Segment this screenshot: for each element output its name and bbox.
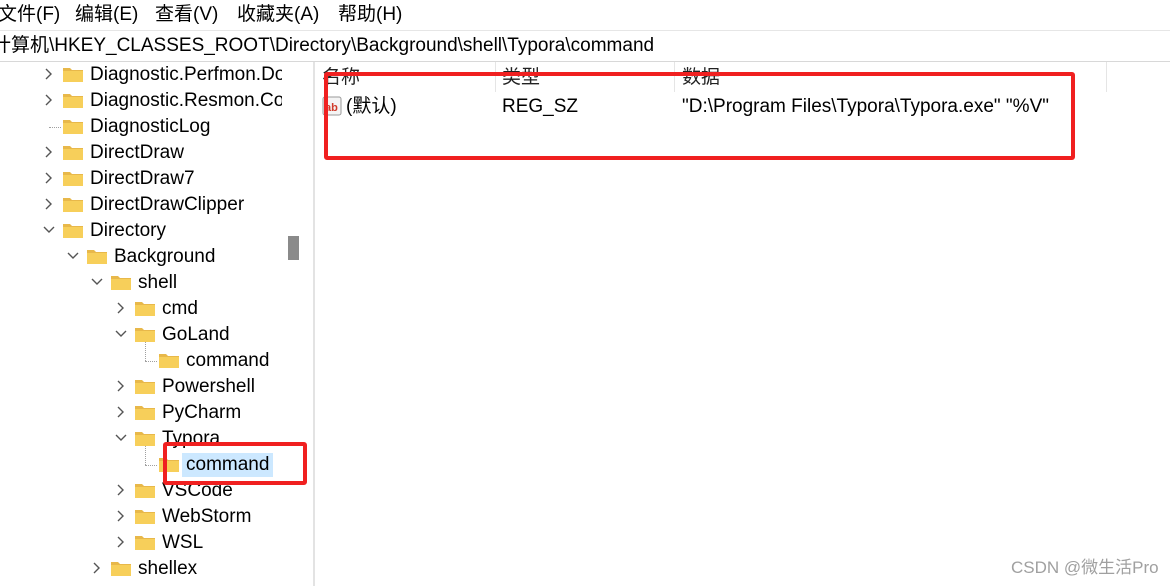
chevron-right-icon[interactable]: [41, 144, 57, 160]
chevron-right-icon[interactable]: [113, 534, 129, 550]
chevron-down-icon[interactable]: [65, 248, 81, 264]
chevron-right-icon[interactable]: [89, 560, 105, 576]
tree-node-diagnostic-resmon-co[interactable]: Diagnostic.Resmon.Co: [0, 88, 302, 114]
tree-node-label: Powershell: [162, 376, 255, 397]
registry-tree[interactable]: Diagnostic.Perfmon.Do Diagnostic.Resmon.C…: [0, 62, 302, 586]
tree-connector: [145, 446, 146, 465]
column-separator[interactable]: [1106, 62, 1107, 92]
folder-icon: [134, 482, 156, 499]
chevron-down-icon[interactable]: [113, 326, 129, 342]
folder-icon: [62, 144, 84, 161]
tree-node-diagnostic-perfmon-do[interactable]: Diagnostic.Perfmon.Do: [0, 62, 302, 88]
menu-edit[interactable]: 编辑(E): [75, 3, 138, 27]
address-path[interactable]: 计算机\HKEY_CLASSES_ROOT\Directory\Backgrou…: [0, 34, 654, 58]
chevron-right-icon[interactable]: [41, 92, 57, 108]
tree-scroll-thumb[interactable]: [288, 236, 299, 260]
tree-node-label: shellex: [138, 558, 198, 579]
tree-node-label: Background: [114, 246, 216, 267]
tree-scrollbar[interactable]: [282, 62, 302, 586]
highlight-box-command: [163, 442, 307, 485]
tree-node-label: GoLand: [162, 324, 230, 345]
tree-node-directdraw7[interactable]: DirectDraw7: [0, 166, 302, 192]
tree-node-label: DirectDrawClipper: [90, 194, 245, 215]
tree-connector: [145, 465, 157, 466]
tree-node-webstorm[interactable]: WebStorm: [0, 504, 302, 530]
menu-file[interactable]: 文件(F): [0, 3, 60, 27]
tree-node-directory[interactable]: Directory: [0, 218, 302, 244]
tree-node-label: DirectDraw: [90, 142, 184, 163]
tree-node-powershell[interactable]: Powershell: [0, 374, 302, 400]
tree-node-background[interactable]: Background: [0, 244, 302, 270]
chevron-down-icon[interactable]: [89, 274, 105, 290]
folder-icon: [62, 66, 84, 83]
tree-node-label: WebStorm: [162, 506, 252, 527]
chevron-right-icon[interactable]: [41, 170, 57, 186]
folder-icon: [134, 534, 156, 551]
chevron-down-icon[interactable]: [41, 222, 57, 238]
folder-icon: [62, 92, 84, 109]
chevron-right-icon[interactable]: [113, 378, 129, 394]
folder-icon: [134, 508, 156, 525]
folder-icon: [62, 118, 84, 135]
menu-bar: 文件(F) 编辑(E) 查看(V) 收藏夹(A) 帮助(H): [0, 0, 1170, 30]
chevron-right-icon[interactable]: [41, 196, 57, 212]
folder-icon: [134, 378, 156, 395]
tree-connector: [145, 342, 146, 361]
tree-node-label: WSL: [162, 532, 204, 553]
tree-node-label: command: [186, 350, 270, 371]
pane-splitter[interactable]: [313, 62, 315, 586]
folder-icon: [62, 170, 84, 187]
chevron-right-icon[interactable]: [113, 404, 129, 420]
chevron-right-icon[interactable]: [113, 508, 129, 524]
tree-node-wsl[interactable]: WSL: [0, 530, 302, 556]
tree-node-command[interactable]: command: [0, 348, 302, 374]
address-bar[interactable]: 计算机\HKEY_CLASSES_ROOT\Directory\Backgrou…: [0, 30, 1170, 62]
folder-icon: [110, 560, 132, 577]
folder-icon: [134, 326, 156, 343]
folder-icon: [134, 404, 156, 421]
highlight-box-value: [324, 72, 1075, 160]
menu-view[interactable]: 查看(V): [155, 3, 218, 27]
tree-node-label: Directory: [90, 220, 167, 241]
folder-icon: [62, 222, 84, 239]
tree-node-pycharm[interactable]: PyCharm: [0, 400, 302, 426]
tree-node-cmd[interactable]: cmd: [0, 296, 302, 322]
folder-icon: [86, 248, 108, 265]
tree-connector: [145, 361, 157, 362]
tree-node-label: Diagnostic.Perfmon.Do: [90, 64, 286, 85]
chevron-right-icon[interactable]: [41, 66, 57, 82]
tree-node-label: PyCharm: [162, 402, 242, 423]
menu-help[interactable]: 帮助(H): [338, 3, 402, 27]
tree-node-shell[interactable]: shell: [0, 270, 302, 296]
folder-icon: [110, 274, 132, 291]
tree-node-label: cmd: [162, 298, 198, 319]
tree-node-goland[interactable]: GoLand: [0, 322, 302, 348]
tree-node-label: shell: [138, 272, 178, 293]
tree-node-shellex[interactable]: shellex: [0, 556, 302, 582]
folder-icon: [134, 300, 156, 317]
chevron-down-icon[interactable]: [113, 430, 129, 446]
watermark: CSDN @微生活Pro: [1011, 558, 1159, 577]
tree-node-directdraw[interactable]: DirectDraw: [0, 140, 302, 166]
tree-node-label: DiagnosticLog: [90, 116, 211, 137]
tree-node-directdrawclipper[interactable]: DirectDrawClipper: [0, 192, 302, 218]
folder-icon: [62, 196, 84, 213]
tree-node-label: Diagnostic.Resmon.Co: [90, 90, 285, 111]
chevron-right-icon[interactable]: [113, 482, 129, 498]
chevron-right-icon[interactable]: [113, 300, 129, 316]
tree-node-diagnosticlog[interactable]: DiagnosticLog: [0, 114, 302, 140]
tree-node-label: DirectDraw7: [90, 168, 195, 189]
folder-icon: [158, 352, 180, 369]
menu-favorites[interactable]: 收藏夹(A): [237, 3, 319, 27]
folder-icon: [134, 430, 156, 447]
tree-connector: [49, 127, 61, 128]
